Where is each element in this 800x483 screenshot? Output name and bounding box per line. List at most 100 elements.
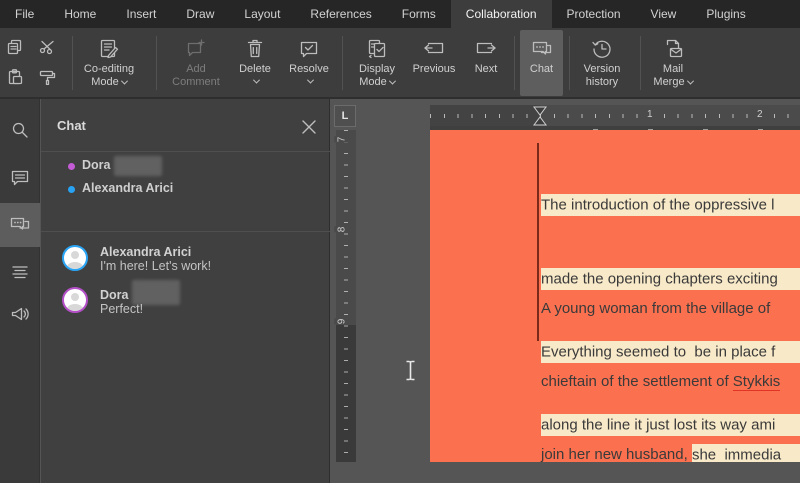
display-mode-icon	[368, 39, 386, 59]
ruler-number: 8	[334, 226, 350, 233]
add-comment-button: Add Comment	[164, 30, 228, 96]
text-line: chieftain of the settlement of Stykkis	[541, 370, 800, 394]
add-comment-icon	[187, 39, 205, 57]
paste-button[interactable]	[4, 66, 26, 88]
display-mode-button[interactable]: Display Mode	[350, 30, 404, 96]
message-text: I'm here! Let's work!	[100, 259, 212, 273]
tab-insert[interactable]: Insert	[111, 0, 171, 28]
person-icon	[66, 293, 84, 311]
toolbar-separator	[342, 36, 343, 90]
toolbar-separator	[514, 36, 515, 90]
plain-text: chieftain of the settlement of	[541, 373, 733, 391]
paragraph-2: A young woman from the village of chieft…	[541, 248, 800, 462]
mail-merge-icon	[666, 39, 683, 58]
coediting-label-2: Mode	[91, 76, 119, 88]
tab-plugins[interactable]: Plugins	[691, 0, 760, 28]
previous-comment-button[interactable]: Previous	[408, 30, 460, 96]
vertical-ruler[interactable]: 7 8 9	[334, 130, 356, 462]
ruler-number: 7	[334, 136, 350, 143]
mail-merge-label-2: Merge	[653, 76, 685, 88]
tab-forms[interactable]: Forms	[387, 0, 451, 28]
user-color-dot	[68, 186, 75, 193]
sidebar-item-feedback[interactable]	[0, 293, 40, 335]
version-history-label-1: Version	[583, 63, 621, 75]
tab-collaboration[interactable]: Collaboration	[450, 0, 552, 28]
document-page[interactable]: The introduction of the oppressive l mad…	[430, 130, 800, 462]
feedback-megaphone-icon	[11, 307, 29, 321]
sidebar-item-comments[interactable]	[0, 157, 40, 199]
chevron-down-icon	[252, 76, 261, 84]
chat-close-button[interactable]	[301, 119, 317, 135]
avatar	[62, 287, 88, 313]
resolve-button[interactable]: Resolve	[284, 30, 334, 96]
user-name: Dora	[82, 158, 111, 172]
cut-button[interactable]	[36, 36, 58, 58]
sidebar-item-chat[interactable]	[0, 203, 40, 247]
mail-merge-button[interactable]: Mail Merge	[646, 30, 700, 96]
ruler-number: 2	[754, 109, 766, 120]
tab-stop-L: L	[341, 110, 349, 122]
next-comment-button[interactable]: Next	[464, 30, 508, 96]
headings-outline-icon	[12, 266, 28, 279]
chat-bubbles-icon	[532, 41, 551, 55]
copy-button[interactable]	[4, 36, 26, 58]
coediting-mode-button[interactable]: Co-editing Mode	[78, 30, 140, 96]
toolbar-separator	[640, 36, 641, 90]
cut-scissors-icon	[39, 40, 54, 55]
plain-text: join her new husband,	[541, 446, 692, 462]
delete-button[interactable]: Delete	[232, 30, 278, 96]
text-line: A young woman from the village of	[541, 297, 800, 321]
tab-file[interactable]: File	[0, 0, 49, 28]
collaboration-toolbar: Co-editing Mode Add Comment Delete Resol…	[0, 28, 800, 99]
horizontal-ruler[interactable]: 1 2	[430, 105, 800, 126]
add-comment-label-1: Add	[186, 63, 206, 75]
next-label: Next	[474, 63, 498, 75]
tab-references[interactable]: References	[295, 0, 386, 28]
previous-label: Previous	[412, 63, 456, 75]
chat-label: Chat	[529, 63, 554, 75]
version-history-button[interactable]: Version history	[574, 30, 630, 96]
display-mode-label-1: Display	[358, 63, 396, 75]
tab-home[interactable]: Home	[49, 0, 111, 28]
comments-icon	[11, 170, 29, 186]
panel-divider	[41, 151, 330, 152]
ruler-ticks	[430, 114, 800, 118]
tab-stop-selector[interactable]: L	[334, 105, 356, 127]
coediting-label-1: Co-editing	[83, 63, 135, 75]
toolbar-separator	[156, 36, 157, 90]
format-painter-button[interactable]	[36, 66, 58, 88]
resolve-icon	[300, 41, 318, 58]
message-sender: Dora	[100, 288, 129, 302]
tab-layout[interactable]: Layout	[229, 0, 295, 28]
chat-button[interactable]: Chat	[520, 30, 563, 96]
misspelled-word: Stykkis	[732, 373, 781, 392]
coediting-user-marker	[537, 143, 539, 341]
display-mode-label-2: Mode	[359, 76, 387, 88]
copy-icon	[7, 39, 22, 55]
tab-protection[interactable]: Protection	[552, 0, 636, 28]
chevron-down-icon	[306, 76, 315, 84]
avatar	[62, 245, 88, 271]
highlighted-text: The introduction of the oppressive l	[541, 194, 800, 217]
chat-icon	[10, 217, 30, 230]
text-cursor-pointer	[404, 360, 417, 386]
chat-panel-title: Chat	[57, 118, 86, 133]
sidebar-item-search[interactable]	[0, 109, 40, 151]
message-sender: Alexandra Arici	[100, 245, 192, 259]
ruler-number: 1	[644, 109, 656, 120]
plain-text: A young woman from the village of	[541, 299, 771, 317]
add-comment-label-2: Comment	[172, 76, 220, 88]
menu-tab-bar: File Home Insert Draw Layout References …	[0, 0, 800, 28]
mail-merge-label-1: Mail	[662, 63, 684, 75]
toolbar-separator	[72, 36, 73, 90]
sidebar-item-headings[interactable]	[0, 251, 40, 293]
resolve-label: Resolve	[289, 63, 329, 75]
chat-panel: Chat Dora Alexandra Arici Alexandra Aric…	[41, 99, 330, 483]
app-window: File Home Insert Draw Layout References …	[0, 0, 800, 483]
redacted-name	[114, 156, 162, 176]
highlighted-text: she immedia	[691, 443, 800, 462]
version-history-label-2: history	[585, 76, 619, 88]
tab-draw[interactable]: Draw	[171, 0, 229, 28]
format-painter-icon	[39, 70, 55, 85]
tab-view[interactable]: View	[636, 0, 692, 28]
